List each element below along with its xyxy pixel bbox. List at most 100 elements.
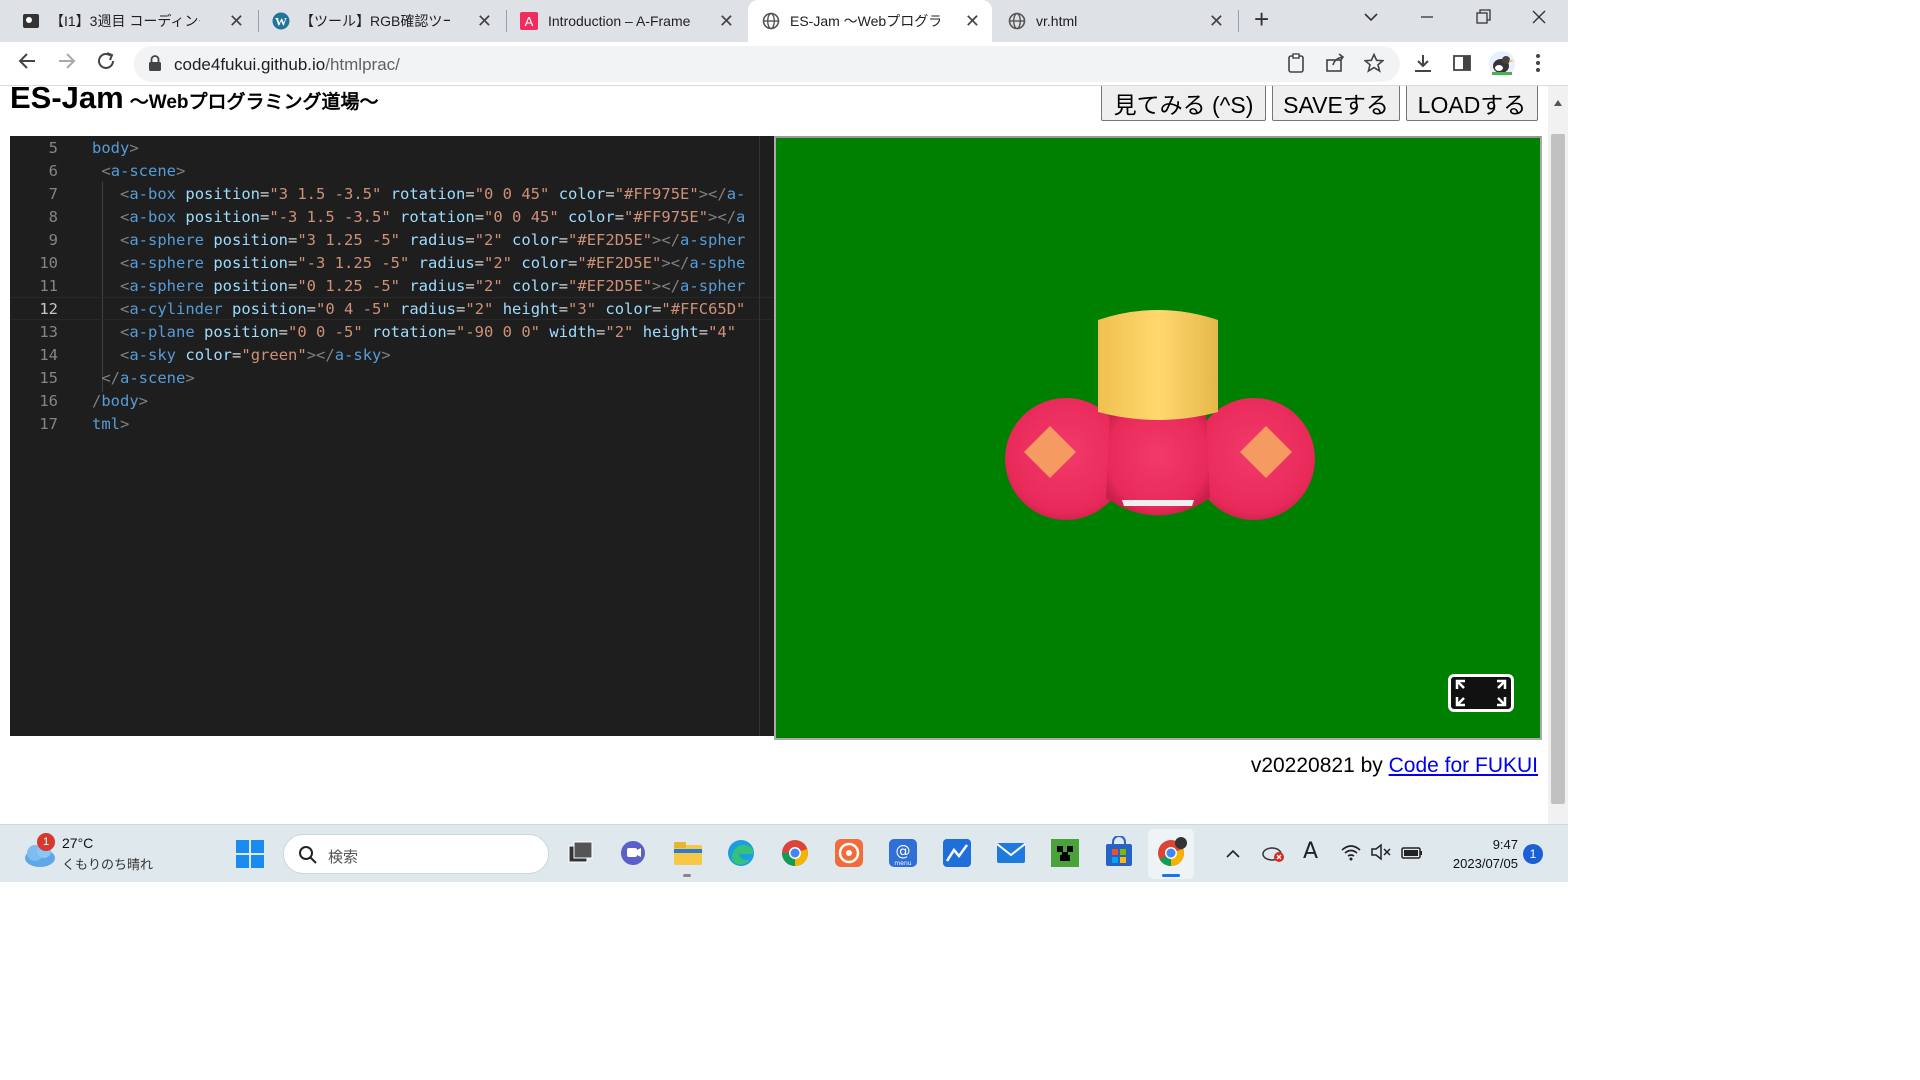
onedrive-status-icon[interactable] [1262,843,1286,868]
page-viewport: ES-Jam 〜Webプログラミング道場〜 見てみる (^S) SAVEする LO… [0,86,1548,824]
plane [1122,500,1194,506]
lock-icon [148,55,162,76]
editor-scroll-edge [759,136,760,736]
weather-temperature[interactable]: 27°C [62,835,93,851]
notification-badge[interactable]: 1 [1523,844,1543,864]
download-icon[interactable] [1413,53,1433,78]
whiteboard-icon[interactable] [940,836,974,870]
code-line: 14 <a-sky color="green"></a-sky> [39,345,391,364]
globe-icon [762,12,780,30]
ime-mode-icon[interactable]: A [1303,839,1318,864]
code-line: 16/body> [39,391,149,410]
taskbar-search[interactable]: 検索 [283,834,549,874]
code-for-fukui-link[interactable]: Code for FUKUI [1389,754,1538,777]
code-editor[interactable]: 5 body> 6 <a-scene> 7 <a-box position="3 … [10,136,774,736]
app-subtitle: 〜Webプログラミング道場〜 [129,92,379,113]
svg-text:menu: menu [894,860,911,867]
svg-text:W: W [275,15,287,29]
code-line: 13 <a-plane position="0 0 -5" rotation="… [39,322,737,341]
scroll-up-icon[interactable] [1553,94,1563,112]
side-panel-icon[interactable] [1452,53,1472,78]
aframe-icon: A [520,12,538,30]
close-tab-icon[interactable]: ✕ [719,11,734,32]
load-button[interactable]: LOADする [1406,86,1538,121]
close-tab-icon[interactable]: ✕ [477,11,492,32]
store-icon[interactable] [1102,835,1136,870]
volume-muted-icon[interactable] [1370,843,1392,866]
url-host: code4fukui.github.io [174,55,326,74]
weather-condition[interactable]: くもりのち晴れ [62,854,153,873]
url-text: code4fukui.github.io/htmlprac/ [174,55,400,75]
bookmark-star-icon[interactable] [1363,52,1385,78]
file-explorer-icon[interactable] [671,836,705,870]
address-bar[interactable]: code4fukui.github.io/htmlprac/ [134,46,1400,82]
search-placeholder: 検索 [328,849,359,866]
new-tab-button[interactable]: + [1254,4,1269,35]
minimize-icon[interactable] [1418,8,1436,31]
reload-icon[interactable] [95,50,117,78]
app-name: ES-Jam [10,86,124,115]
clock-time: 9:47 [1492,837,1518,852]
close-window-icon[interactable] [1530,8,1548,31]
sphere-center [1106,406,1210,516]
taskbar: 1 27°C くもりのち晴れ 検索 @ menu A 9:47 2023/07/0… [0,824,1568,882]
code-line: 17 tml> [39,414,130,433]
code-line: 9 <a-sphere position="3 1.25 -5" radius=… [48,230,746,249]
fullscreen-button[interactable] [1448,674,1514,712]
task-view-icon[interactable] [563,836,597,870]
browser-toolbar: code4fukui.github.io/htmlprac/ [0,42,1568,86]
system-clock[interactable]: 9:47 2023/07/05 [1453,835,1518,873]
tab-strip: 【I1】3週目 コーディング体験と ✕ W 【ツール】RGB確認ツール – NE… [0,0,1568,42]
run-button[interactable]: 見てみる (^S) [1101,86,1266,121]
meet-icon[interactable] [832,836,866,870]
wordpress-icon: W [272,12,290,30]
code-line: 6 <a-scene> [48,161,186,180]
tab-rgb-tool[interactable]: W 【ツール】RGB確認ツール – NE ✕ [258,0,504,42]
more-menu-icon[interactable] [1535,53,1541,78]
running-indicator [683,874,691,877]
tray-chevron-icon[interactable] [1226,846,1240,864]
battery-icon[interactable] [1400,843,1424,866]
tab-coding-experience[interactable]: 【I1】3週目 コーディング体験と ✕ [8,0,256,42]
svg-text:@: @ [896,842,911,860]
cylinder [1098,310,1218,420]
tab-title: vr.html [1036,13,1078,29]
code-line-current: 12 <a-cylinder position="0 4 -5" radius=… [10,297,774,320]
share-icon[interactable] [1325,53,1345,78]
url-path: /htmlprac/ [325,55,400,74]
chrome-profile-icon[interactable] [1154,836,1188,870]
chat-icon[interactable] [616,836,650,870]
mail-at-icon[interactable]: @ menu [886,836,920,870]
minecraft-icon[interactable] [1048,836,1082,870]
edge-icon[interactable] [724,836,758,870]
forward-icon[interactable] [56,50,78,78]
mail-icon[interactable] [994,836,1028,870]
fullscreen-icon [1455,679,1507,707]
tab-title: 【I1】3週目 コーディング体験と [50,13,200,29]
close-tab-icon[interactable]: ✕ [965,11,980,32]
search-icon [298,845,318,870]
clock-date: 2023/07/05 [1452,856,1518,871]
page-scrollbar[interactable] [1548,86,1568,824]
tab-vr-html[interactable]: vr.html ✕ [994,0,1236,42]
version-footer: v20220821 by Code for FUKUI [1251,754,1538,778]
save-button[interactable]: SAVEする [1272,86,1400,121]
wifi-icon[interactable] [1340,843,1362,866]
back-icon[interactable] [16,50,38,78]
chrome-icon[interactable] [778,836,812,870]
scrollbar-thumb[interactable] [1551,134,1565,804]
clipboard-icon[interactable] [1287,53,1305,78]
vr-preview-canvas[interactable] [774,136,1542,740]
tab-title: 【ツール】RGB確認ツール – NE [300,13,450,29]
tab-title: Introduction – A-Frame [548,13,691,29]
tab-title: ES-Jam 〜Webプログラミング [790,13,940,29]
restore-icon[interactable] [1474,8,1492,31]
close-tab-icon[interactable]: ✕ [229,11,244,32]
windows-start-icon[interactable] [236,840,264,873]
tab-search-chevron-icon[interactable] [1362,8,1380,31]
close-tab-icon[interactable]: ✕ [1209,11,1224,32]
tab-es-jam[interactable]: ES-Jam 〜Webプログラミング ✕ [748,0,992,42]
profile-avatar[interactable] [1488,50,1516,83]
code-line: 15 </a-scene> [39,368,195,387]
tab-aframe-intro[interactable]: A Introduction – A-Frame ✕ [506,0,746,42]
